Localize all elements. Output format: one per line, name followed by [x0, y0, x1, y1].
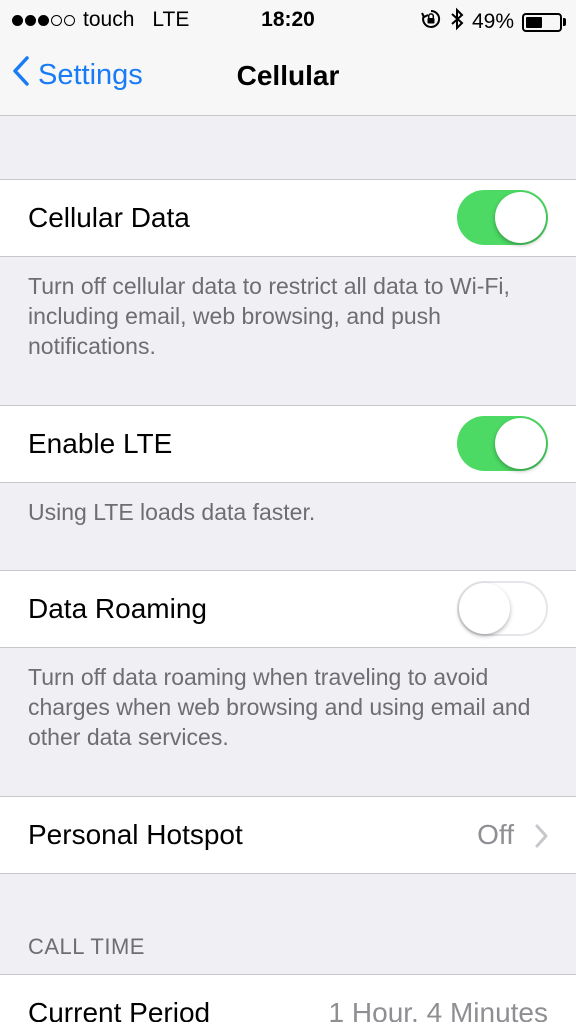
- data-roaming-row: Data Roaming: [0, 570, 576, 648]
- page-title: Cellular: [236, 60, 340, 91]
- cellular-data-footer: Turn off cellular data to restrict all d…: [28, 273, 510, 359]
- toggle-knob: [495, 418, 546, 469]
- cellular-data-label: Cellular Data: [28, 202, 190, 233]
- battery-icon: [522, 12, 566, 32]
- cellular-data-toggle[interactable]: [457, 190, 548, 245]
- current-period-row: Current Period 1 Hour, 4 Minutes: [0, 974, 576, 1022]
- personal-hotspot-label: Personal Hotspot: [28, 819, 243, 850]
- current-period-value: 1 Hour, 4 Minutes: [328, 997, 548, 1022]
- battery-fill: [526, 16, 542, 28]
- enable-lte-label: Enable LTE: [28, 428, 173, 459]
- status-right: 49%: [420, 7, 566, 37]
- data-roaming-toggle[interactable]: [457, 581, 548, 636]
- enable-lte-footer: Using LTE loads data faster.: [28, 499, 316, 525]
- current-period-label: Current Period: [28, 997, 211, 1022]
- toggle-knob: [495, 192, 546, 243]
- call-time-section-header: CALL TIME: [28, 934, 145, 959]
- enable-lte-toggle[interactable]: [457, 416, 548, 471]
- battery-percent: 49%: [471, 10, 514, 33]
- enable-lte-row: Enable LTE: [0, 405, 576, 483]
- chevron-right-icon: [534, 822, 550, 850]
- navigation-bar: Settings Cellular: [0, 40, 576, 116]
- data-roaming-label: Data Roaming: [28, 593, 207, 624]
- battery-tip: [563, 18, 566, 26]
- toggle-knob: [459, 583, 510, 634]
- cellular-data-row: Cellular Data: [0, 179, 576, 257]
- personal-hotspot-value: Off: [477, 819, 514, 850]
- battery-body: [522, 12, 562, 32]
- bluetooth-icon: [450, 7, 464, 37]
- personal-hotspot-row[interactable]: Personal Hotspot Off: [0, 796, 576, 874]
- status-bar: touch LTE 18:20 49%: [0, 0, 576, 40]
- data-roaming-footer: Turn off data roaming when traveling to …: [28, 664, 531, 750]
- rotation-lock-icon: [420, 8, 442, 36]
